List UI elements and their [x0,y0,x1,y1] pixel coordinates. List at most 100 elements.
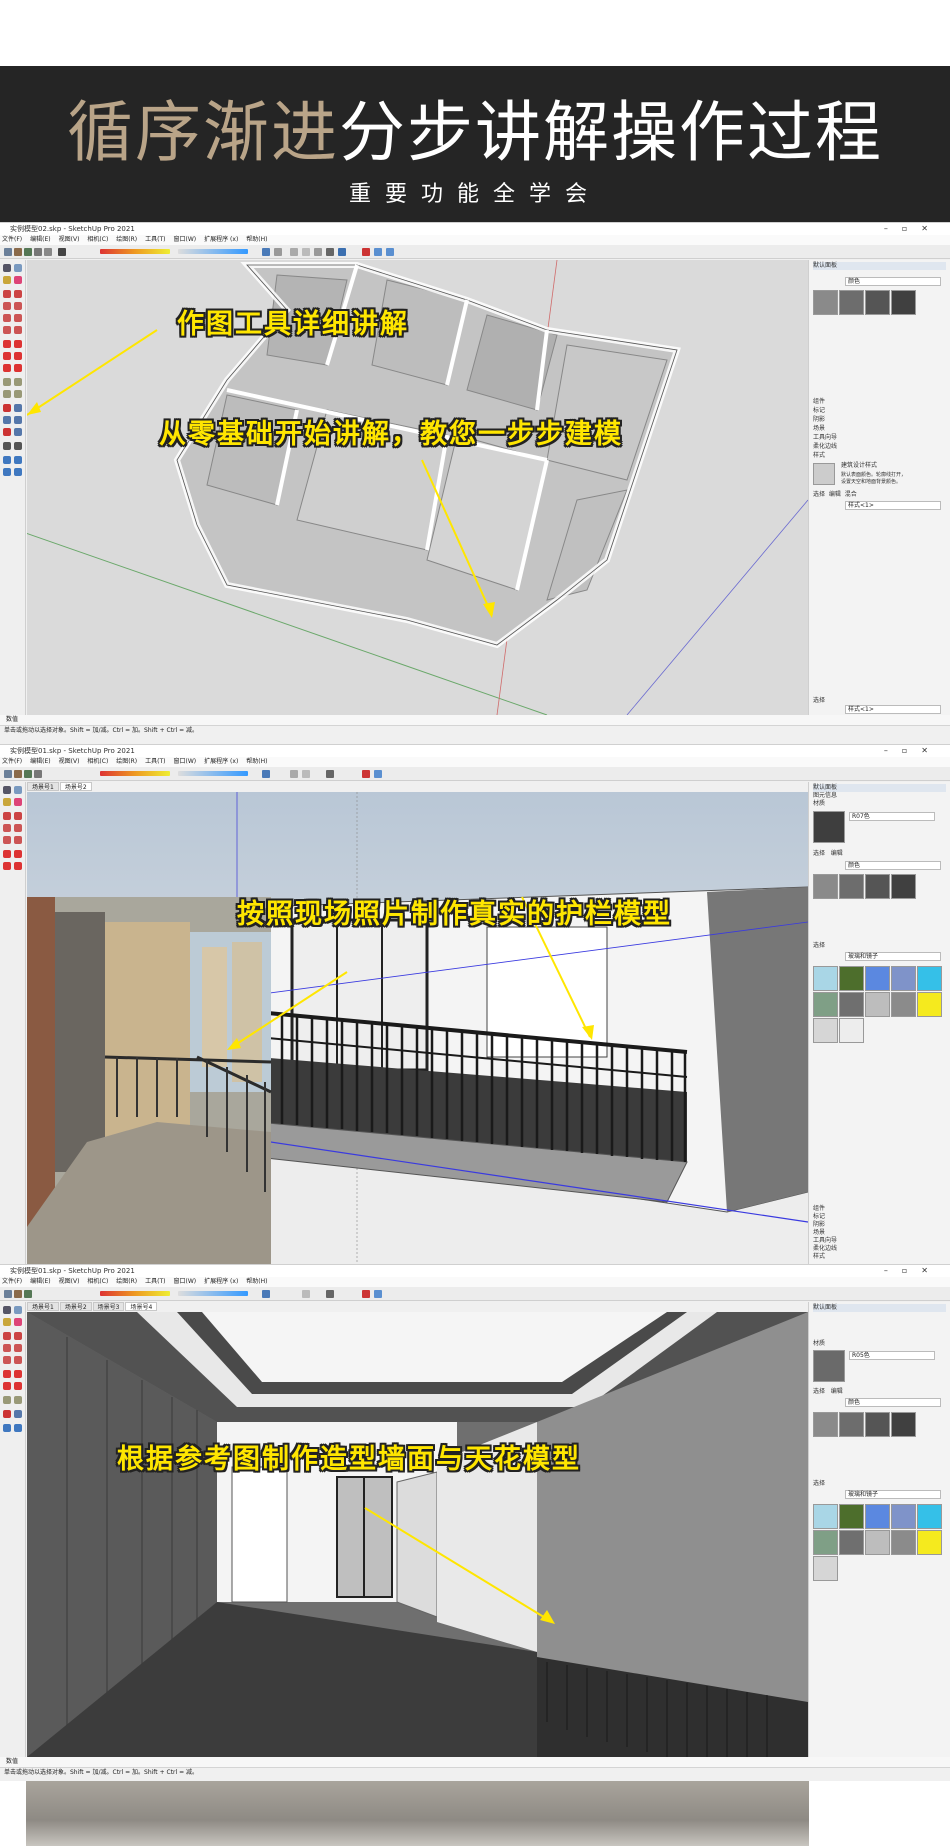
section-plane-icon[interactable] [374,248,382,256]
scene-tab-1[interactable]: 场景号1 [27,1302,59,1311]
scene-tab-2[interactable]: 场景号2 [59,1302,92,1311]
glass-swatch[interactable] [865,992,890,1017]
time-slider[interactable] [178,771,248,776]
model-viewport-3[interactable]: 根据参考图制作造型墙面与天花模型 [27,1312,808,1757]
section-fill-tool-icon[interactable] [14,1424,22,1432]
section-cuts-tool-icon[interactable] [14,468,22,476]
glass-swatch[interactable] [839,992,864,1017]
sun-slider[interactable] [100,249,170,254]
glass-swatch[interactable] [865,1530,890,1555]
section-materials[interactable]: 材质 [813,800,946,808]
eraser-tool-icon[interactable] [14,1318,22,1326]
arc2-tool-icon[interactable] [14,326,22,334]
section-components[interactable]: 组件 [813,1205,946,1213]
glass-swatch[interactable] [839,966,864,991]
menu-window[interactable]: 窗口(W) [174,236,197,243]
walk-tool-icon[interactable] [3,442,11,450]
scene-tab-3[interactable]: 场景号3 [92,1302,125,1311]
menu-camera[interactable]: 相机(C) [87,1278,108,1285]
menu-file[interactable]: 文件(F) [2,1278,22,1285]
axes-icon[interactable] [362,248,370,256]
menu-window[interactable]: 窗口(W) [174,758,197,765]
menu-draw[interactable]: 绘图(R) [116,1278,137,1285]
section-scenes[interactable]: 场景 [813,425,946,433]
followme-tool-icon[interactable] [14,352,22,360]
color-swatch[interactable] [813,874,838,899]
bottom-style-field[interactable]: 样式<1> [845,705,941,714]
section-fill-tool-icon[interactable] [3,468,11,476]
monochrome-icon[interactable] [326,1290,334,1298]
xray-icon[interactable] [262,248,270,256]
paint-tool-icon[interactable] [3,798,11,806]
polygon-tool-icon[interactable] [14,314,22,322]
zoom-tool-icon[interactable] [3,416,11,424]
color-swatch[interactable] [865,1412,890,1437]
menu-help[interactable]: 帮助(H) [246,236,267,243]
color-select[interactable]: 颜色 [845,861,941,870]
color-swatch[interactable] [839,1412,864,1437]
offset-tool-icon[interactable] [14,364,22,372]
section-instructor[interactable]: 工具向导 [813,1237,946,1245]
rectangle-tool-icon[interactable] [3,824,11,832]
previous-view-tool-icon[interactable] [14,428,22,436]
section-styles[interactable]: 样式 [813,1253,946,1261]
rectangle-tool-icon[interactable] [3,1344,11,1352]
library-select[interactable]: 玻璃和镜子 [845,1490,941,1499]
scene-tab-2[interactable]: 场景号2 [59,782,92,791]
hidden-line-icon[interactable] [290,248,298,256]
glass-swatch[interactable] [917,1504,942,1529]
glass-swatch[interactable] [865,966,890,991]
window-controls[interactable]: –▫✕ [884,745,942,757]
freehand-tool-icon[interactable] [14,290,22,298]
rotated-rect-tool-icon[interactable] [14,302,22,310]
orbit-tool-icon[interactable] [3,1410,11,1418]
scene-tab-4[interactable]: 场景号4 [125,1302,158,1311]
pan-tool-icon[interactable] [14,404,22,412]
section-instructor[interactable]: 工具向导 [813,434,946,442]
protractor-tool-icon[interactable] [3,390,11,398]
menu-tools[interactable]: 工具(T) [145,758,165,765]
sun-slider[interactable] [100,1291,170,1296]
move-tool-icon[interactable] [3,1370,11,1378]
circle-tool-icon[interactable] [14,824,22,832]
section-shadows[interactable]: 阴影 [813,416,946,424]
menu-help[interactable]: 帮助(H) [246,1278,267,1285]
time-slider[interactable] [178,249,248,254]
house-icon[interactable] [44,248,52,256]
erase-icon[interactable] [14,770,22,778]
glass-swatch[interactable] [813,992,838,1017]
glass-swatch[interactable] [917,992,942,1017]
glass-swatch[interactable] [813,1018,838,1043]
material-name-field[interactable]: R07色 [849,812,935,821]
select-tool-icon[interactable] [3,264,11,272]
axes-icon[interactable] [362,1290,370,1298]
rotate-tool-icon[interactable] [3,352,11,360]
menu-help[interactable]: 帮助(H) [246,758,267,765]
glass-swatch[interactable] [891,1504,916,1529]
dimension-tool-icon[interactable] [14,378,22,386]
color-swatch[interactable] [865,874,890,899]
material-name-field[interactable]: R05色 [849,1351,935,1360]
section-tags[interactable]: 标记 [813,407,946,415]
window-controls[interactable]: –▫✕ [884,223,942,235]
glass-swatch[interactable] [891,1530,916,1555]
menu-camera[interactable]: 相机(C) [87,758,108,765]
section-entity-info[interactable]: 图元信息 [813,792,946,800]
color-swatch[interactable] [839,874,864,899]
model-viewport-2[interactable]: 按照现场照片制作真实的护栏模型 [27,792,808,1264]
monochrome-icon[interactable] [326,248,334,256]
section-tags[interactable]: 标记 [813,1213,946,1221]
menu-draw[interactable]: 绘图(R) [116,758,137,765]
menu-extensions[interactable]: 扩展程序 (x) [204,236,238,243]
pushpull-tool-icon[interactable] [14,1370,22,1378]
move-tool-icon[interactable] [3,850,11,858]
section-soften[interactable]: 柔化边线 [813,1245,946,1253]
model-viewport-1[interactable]: 作图工具详细讲解 从零基础开始讲解，教您一步步建模 [27,260,808,715]
arc-tool-icon[interactable] [3,836,11,844]
xray-icon[interactable] [262,1290,270,1298]
rotate-tool-icon[interactable] [3,862,11,870]
menu-edit[interactable]: 编辑(E) [30,758,50,765]
zoom-window-tool-icon[interactable] [14,416,22,424]
wireframe-icon[interactable] [274,248,282,256]
color-swatch[interactable] [891,874,916,899]
